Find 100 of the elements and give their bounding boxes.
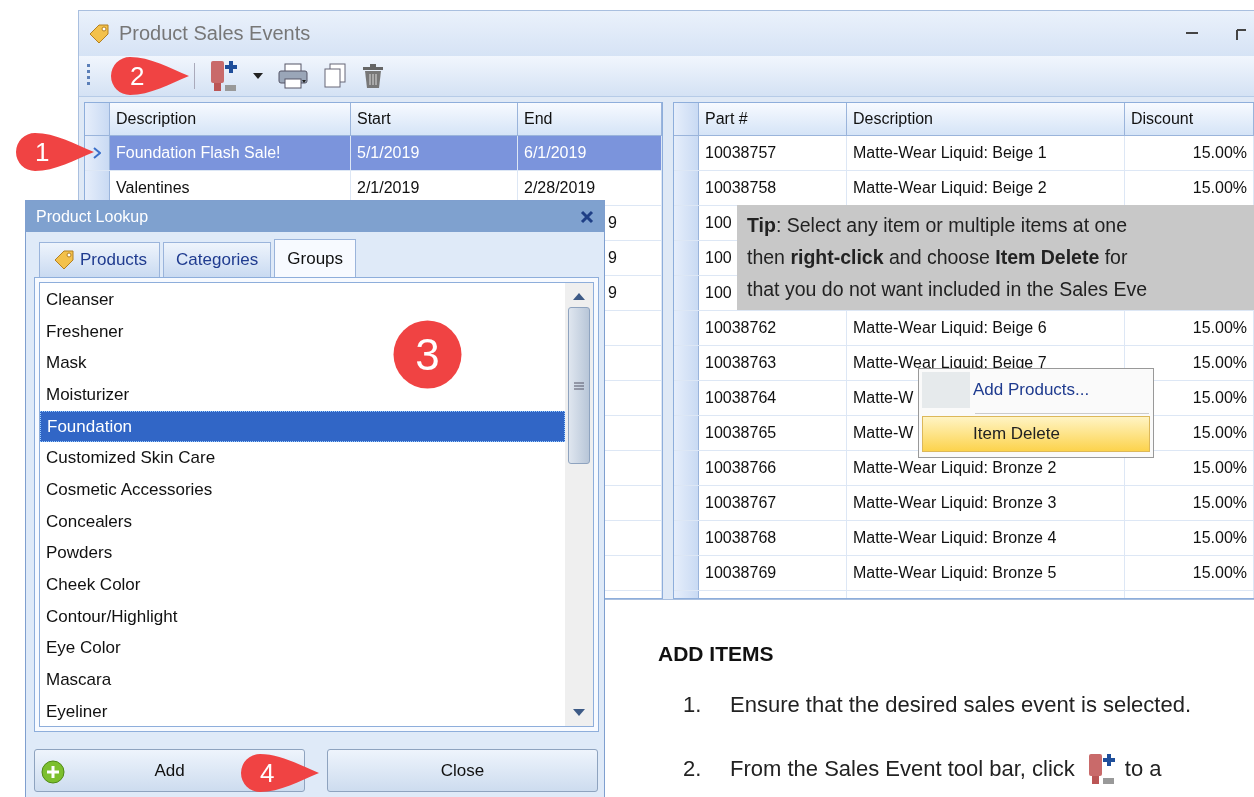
callout-badge: 3 xyxy=(393,320,462,389)
table-cell: 15.00% xyxy=(1192,354,1247,372)
table-cell: 15.00% xyxy=(1192,389,1247,407)
plus-icon xyxy=(41,760,65,784)
list-item[interactable]: Moisturizer xyxy=(40,379,136,411)
scroll-up-icon[interactable] xyxy=(571,291,587,301)
row-selector[interactable] xyxy=(674,381,699,415)
step-text: From the Sales Event tool bar, click xyxy=(730,756,1075,782)
table-cell: Matte-W xyxy=(852,424,914,442)
row-selector[interactable] xyxy=(85,136,110,170)
row-selector[interactable] xyxy=(674,521,699,555)
tab[interactable]: Products xyxy=(39,242,161,277)
list-number: 1. xyxy=(683,692,703,718)
table-cell: 10038769 xyxy=(705,564,777,582)
list-item[interactable]: Mask xyxy=(40,347,93,380)
table-cell: 6/1/2019 xyxy=(524,144,587,162)
table-cell: 2/28/2019 xyxy=(524,179,596,197)
dialog-title: Product Lookup xyxy=(36,207,149,226)
table-cell: 100 xyxy=(705,214,732,232)
row-selector[interactable] xyxy=(674,241,699,275)
row-pointer-icon xyxy=(93,147,101,159)
table-cell: Matte-Wear Liquid: Beige 6 xyxy=(852,319,1047,337)
table-cell: 10038762 xyxy=(705,319,777,337)
tab[interactable]: Categories xyxy=(163,242,272,277)
row-selector[interactable] xyxy=(674,206,699,240)
column-header[interactable]: Part # xyxy=(699,103,847,135)
list-item[interactable]: Freshener xyxy=(40,315,130,348)
row-selector[interactable] xyxy=(674,171,699,205)
printer-icon[interactable] xyxy=(277,62,309,90)
menu-item[interactable]: Item Delete xyxy=(922,416,1150,452)
row-selector[interactable] xyxy=(674,311,699,345)
table-cell: 15.00% xyxy=(1192,564,1247,582)
table-cell: Matte-Wear Liquid: Beige 2 xyxy=(852,179,1047,197)
list-item[interactable]: Concealers xyxy=(40,505,138,538)
add-product-icon[interactable] xyxy=(209,59,239,93)
step-text: to a xyxy=(1124,756,1162,782)
scroll-down-icon[interactable] xyxy=(571,708,587,718)
close-icon[interactable] xyxy=(580,209,594,224)
restore-icon[interactable] xyxy=(1236,27,1246,40)
window-title: Product Sales Events xyxy=(119,22,311,45)
table-cell: Matte-Wear Liquid: Bronze 2 xyxy=(852,459,1057,477)
column-header[interactable]: Start xyxy=(351,103,518,135)
tag-icon xyxy=(52,248,76,272)
table-cell: Valentines xyxy=(116,179,190,197)
column-header[interactable]: Discount xyxy=(1124,103,1254,135)
table-cell: Matte-Wear Liquid: Bronze 5 xyxy=(852,564,1057,582)
list-item[interactable]: Powders xyxy=(40,537,119,570)
dialog-button[interactable]: Close xyxy=(327,749,598,792)
list-item[interactable]: Contour/Highlight xyxy=(40,600,184,633)
list-item[interactable]: Foundation xyxy=(40,410,565,443)
table-cell: 10038768 xyxy=(705,529,777,547)
tip-text: that you do not want included in the Sales Eve xyxy=(747,277,1148,302)
column-header[interactable]: End xyxy=(518,103,662,135)
table-cell: Matte-Wear Liquid: Beige 1 xyxy=(852,144,1047,162)
row-selector[interactable] xyxy=(674,451,699,485)
table-cell: 10038767 xyxy=(705,494,777,512)
list-item[interactable]: Cleanser xyxy=(40,284,121,316)
list-item[interactable]: Eyeliner xyxy=(40,695,114,728)
row-selector[interactable] xyxy=(674,276,699,310)
list-item[interactable]: Cosmetic Accessories xyxy=(40,474,219,506)
table-cell: 2/1/2019 xyxy=(357,179,420,197)
table-cell: 100 xyxy=(705,284,732,302)
copy-icon[interactable] xyxy=(323,63,347,89)
row-selector[interactable] xyxy=(674,556,699,590)
table-cell: 15.00% xyxy=(1192,319,1247,337)
row-selector[interactable] xyxy=(674,346,699,380)
list-item[interactable]: Cheek Color xyxy=(40,569,147,601)
list-item[interactable]: Mascara xyxy=(40,664,118,696)
list-item[interactable]: Customized Skin Care xyxy=(40,442,222,475)
table-cell: 9 xyxy=(608,214,617,232)
tip-text: then right-click and choose Item Delete for xyxy=(747,245,1128,270)
scrollbar[interactable] xyxy=(565,283,593,726)
grip-icon xyxy=(574,381,584,390)
table-cell: 10038763 xyxy=(705,354,777,372)
table-cell: 15.00% xyxy=(1192,179,1247,197)
caret-icon[interactable] xyxy=(253,73,263,79)
trash-icon[interactable] xyxy=(361,63,385,89)
row-selector[interactable] xyxy=(674,136,699,170)
table-cell: 10038757 xyxy=(705,144,777,162)
column-header[interactable]: Description xyxy=(110,103,351,135)
column-header[interactable]: Description xyxy=(846,103,1125,135)
table-cell: 10038766 xyxy=(705,459,777,477)
section-heading: ADD ITEMS xyxy=(658,642,775,666)
toolbar-grip[interactable] xyxy=(87,64,90,88)
row-selector[interactable] xyxy=(674,416,699,450)
table-cell: 9 xyxy=(608,284,617,302)
menu-item[interactable]: Add Products... xyxy=(922,372,1150,408)
table-cell: Foundation Flash Sale! xyxy=(116,144,281,162)
tag-icon xyxy=(87,21,111,46)
tip-text: Tip: Select any item or multiple items at one xyxy=(747,213,1128,238)
tab[interactable]: Groups xyxy=(274,239,357,277)
table-cell: 15.00% xyxy=(1192,424,1247,442)
table-cell: 100 xyxy=(705,249,732,267)
table-cell: 15.00% xyxy=(1192,529,1247,547)
scroll-thumb[interactable] xyxy=(568,307,590,464)
row-selector[interactable] xyxy=(674,486,699,520)
add-product-icon xyxy=(1086,752,1117,786)
list-item[interactable]: Eye Color xyxy=(40,632,127,665)
table-cell: 10038765 xyxy=(705,424,777,442)
table-cell: 15.00% xyxy=(1192,144,1247,162)
